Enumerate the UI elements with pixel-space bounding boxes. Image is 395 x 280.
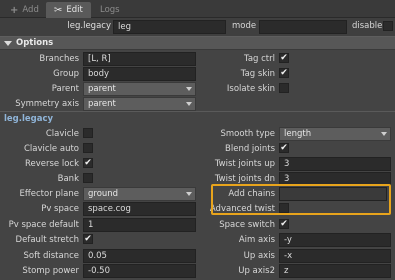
reverse-lock-label: Reverse lock — [24, 159, 79, 169]
symmetry-axis-dropdown-value: parent — [88, 99, 116, 109]
effector-plane-dropdown-value: ground — [88, 189, 119, 199]
clavicle-label: Clavicle — [45, 129, 79, 139]
scissors-icon: ✂ — [54, 4, 63, 16]
check-icon: ✔ — [84, 233, 92, 244]
legacy-section-title: leg.legacy — [4, 114, 54, 124]
space-switch-checkbox[interactable]: ✔ — [279, 219, 289, 229]
tag-ctrl-checkbox[interactable]: ✔ — [279, 53, 289, 63]
tab-edit-label: Edit — [66, 5, 83, 15]
isolate-skin-checkbox[interactable] — [279, 83, 289, 93]
effector-plane-dropdown[interactable]: ground — [83, 187, 196, 201]
chevron-down-icon — [186, 87, 192, 91]
branches-label: Branches — [39, 54, 79, 64]
up-axis2-label: Up axis2 — [238, 266, 275, 276]
bank-checkbox[interactable] — [83, 173, 93, 183]
options-section-title: Options — [16, 38, 54, 48]
tag-skin-checkbox[interactable]: ✔ — [279, 68, 289, 78]
chevron-down-icon — [186, 102, 192, 106]
collapse-triangle-icon — [4, 40, 12, 46]
parent-dropdown-value: parent — [88, 84, 116, 94]
twist-joints-up-input[interactable]: 3 — [279, 157, 391, 171]
disable-label: disable — [352, 21, 383, 31]
branches-input[interactable]: [L, R] — [83, 52, 196, 66]
check-icon: ✔ — [280, 218, 288, 229]
tab-edit[interactable]: ✂ Edit — [46, 2, 91, 18]
symmetry-axis-label: Symmetry axis — [15, 99, 79, 109]
up-axis-input[interactable]: -x — [279, 249, 391, 263]
subsection-divider — [0, 111, 395, 112]
bank-label: Bank — [57, 174, 79, 184]
isolate-skin-label: Isolate skin — [226, 84, 275, 94]
clavicle-checkbox[interactable] — [83, 128, 93, 138]
up-axis2-input[interactable]: z — [279, 264, 391, 278]
reverse-lock-checkbox[interactable]: ✔ — [83, 158, 93, 168]
space-switch-label: Space switch — [219, 220, 275, 230]
default-stretch-checkbox[interactable]: ✔ — [83, 234, 93, 244]
pv-space-label: Pv space — [41, 204, 79, 214]
blend-joints-checkbox[interactable]: ✔ — [279, 143, 289, 153]
tag-skin-label: Tag skin — [240, 69, 275, 79]
component-name-input[interactable]: leg — [113, 20, 226, 34]
stomp-power-label: Stomp power — [22, 266, 79, 276]
pv-space-input[interactable]: space.cog — [83, 202, 196, 216]
tab-logs[interactable]: Logs — [92, 2, 128, 18]
twist-joints-up-label: Twist joints up — [214, 159, 275, 169]
soft-distance-label: Soft distance — [23, 251, 80, 261]
effector-plane-label: Effector plane — [19, 189, 79, 199]
check-icon: ✔ — [280, 142, 288, 153]
check-icon: ✔ — [84, 157, 92, 168]
pv-space-default-label: Pv space default — [8, 220, 79, 230]
smooth-type-dropdown-value: length — [284, 129, 312, 139]
pv-space-default-input[interactable]: 1 — [83, 218, 196, 232]
clavicle-auto-label: Clavicle auto — [24, 144, 79, 154]
mode-input[interactable] — [259, 20, 347, 34]
check-icon: ✔ — [280, 67, 288, 78]
check-icon: ✔ — [280, 52, 288, 63]
parent-label: Parent — [51, 84, 79, 94]
blend-joints-label: Blend joints — [225, 144, 275, 154]
smooth-type-label: Smooth type — [220, 129, 276, 139]
chevron-down-icon — [381, 132, 387, 136]
parent-dropdown[interactable]: parent — [83, 82, 196, 96]
group-input[interactable]: body — [83, 67, 196, 81]
smooth-type-dropdown[interactable]: length — [279, 127, 391, 141]
highlight-box — [211, 184, 391, 215]
disable-checkbox[interactable] — [383, 21, 393, 31]
plus-icon: + — [10, 4, 19, 16]
twist-joints-dn-label: Twist joints dn — [214, 174, 275, 184]
symmetry-axis-dropdown[interactable]: parent — [83, 97, 196, 111]
mode-label: mode — [232, 21, 257, 31]
default-stretch-label: Default stretch — [15, 235, 79, 245]
up-axis-label: Up axis — [243, 251, 275, 261]
tab-logs-label: Logs — [100, 5, 120, 15]
options-section-header[interactable]: Options — [0, 36, 395, 50]
chevron-down-icon — [186, 192, 192, 196]
stomp-power-input[interactable]: -0.50 — [83, 264, 196, 278]
tab-add-label: Add — [22, 5, 39, 15]
group-label: Group — [53, 69, 79, 79]
component-name-label: leg.legacy — [67, 21, 111, 31]
clavicle-auto-checkbox[interactable] — [83, 143, 93, 153]
tag-ctrl-label: Tag ctrl — [244, 54, 275, 64]
soft-distance-input[interactable]: 0.05 — [83, 249, 196, 263]
aim-axis-label: Aim axis — [238, 235, 275, 245]
tab-add[interactable]: + Add — [2, 2, 47, 18]
aim-axis-input[interactable]: -y — [279, 233, 391, 247]
